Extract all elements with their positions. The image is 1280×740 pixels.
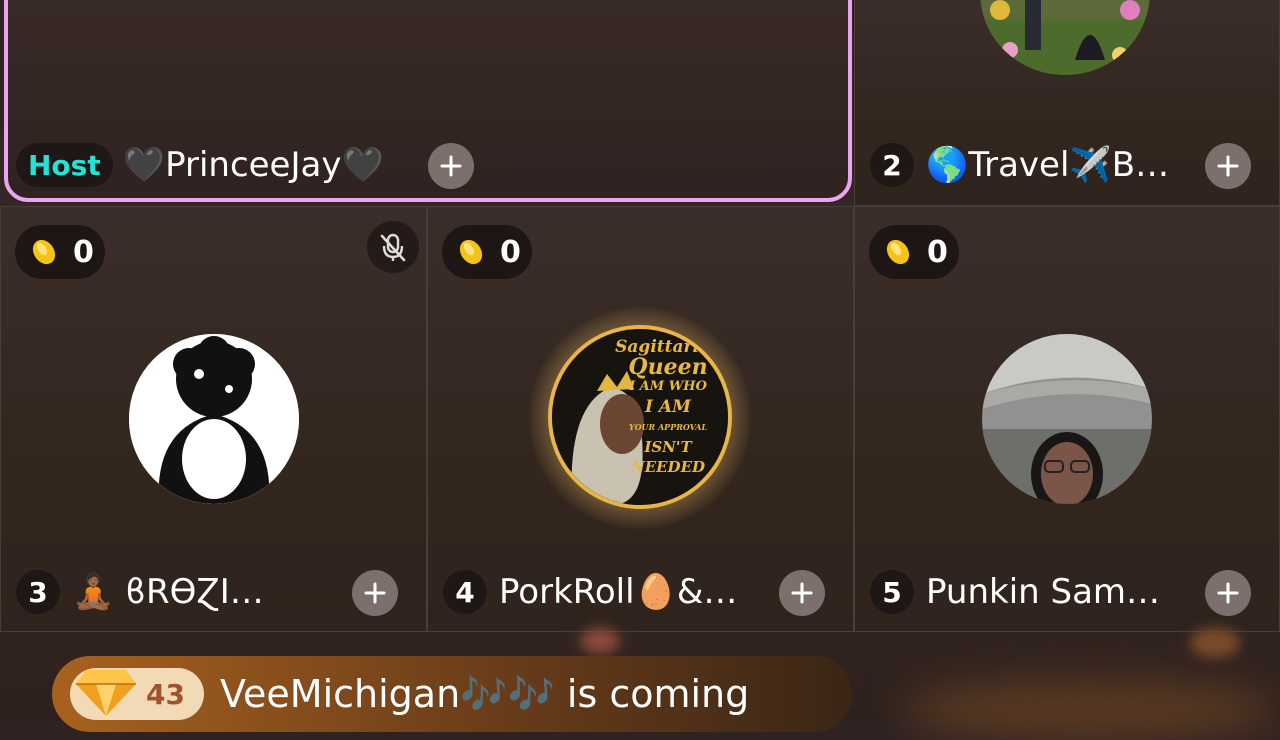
seat-5-avatar [982, 334, 1152, 504]
plus-icon [1217, 582, 1239, 604]
background-glow [900, 680, 1280, 740]
seat-4-name-row: 4 PorkRoll🥚&… [443, 570, 737, 614]
seat-4-avatar-text: Sagittarius Queen I AM WHO I AM YOUR APP… [615, 337, 721, 476]
seat-3-number: 3 [16, 570, 60, 614]
seat-tile-3[interactable]: 0 [0, 206, 427, 632]
seat-4-coin-count: 0 [500, 234, 521, 270]
seat-tile-5[interactable]: 0 [854, 206, 1280, 632]
seat-tile-4[interactable]: 0 Sagittarius Queen I AM WHO I AM YOUR A… [427, 206, 854, 632]
coin-icon [459, 239, 483, 265]
seat-3-name: 🧘🏾 ϐRϴⱿI… [72, 572, 264, 612]
seat-3-coins: 0 [15, 225, 105, 279]
host-badge: Host [16, 143, 113, 187]
level-badge: 43 [70, 668, 204, 720]
seat-3-coin-count: 0 [73, 234, 94, 270]
seat-2-name: 🌎Travel✈️B… [926, 145, 1170, 185]
background-bokeh [1190, 628, 1240, 658]
seat-5-coin-count: 0 [927, 234, 948, 270]
seat-4-coins: 0 [442, 225, 532, 279]
seat-5-coins: 0 [869, 225, 959, 279]
host-name: 🖤PrinceeJay🖤 [122, 145, 384, 185]
seat-3-avatar [129, 334, 299, 504]
plus-icon [1217, 155, 1239, 177]
seat-3-mute-indicator [367, 221, 419, 273]
seat-2-number: 2 [870, 143, 914, 187]
diamond-icon [76, 670, 136, 716]
user-entry-banner: 43 VeeMichigan🎶🎶 is coming [52, 656, 852, 732]
seat-5-name-row: 5 Punkin Sam… [870, 570, 1160, 614]
seat-2-name-row: 2 🌎Travel✈️B… [870, 143, 1169, 187]
plus-icon [364, 582, 386, 604]
follow-seat-4-button[interactable] [779, 570, 825, 616]
plus-icon [791, 582, 813, 604]
seat-4-number: 4 [443, 570, 487, 614]
seat-5-name: Punkin Sam… [926, 572, 1161, 612]
follow-host-button[interactable] [428, 143, 474, 189]
seat-4-avatar: Sagittarius Queen I AM WHO I AM YOUR APP… [548, 325, 732, 509]
coin-icon [32, 239, 56, 265]
mic-off-icon [380, 233, 406, 262]
seat-3-name-row: 3 🧘🏾 ϐRϴⱿI… [16, 570, 264, 614]
seat-5-number: 5 [870, 570, 914, 614]
entry-message: VeeMichigan🎶🎶 is coming [220, 671, 750, 716]
background-bokeh [580, 628, 620, 654]
host-name-row: Host 🖤PrinceeJay🖤 [16, 143, 384, 187]
level-value: 43 [146, 677, 185, 711]
follow-seat-3-button[interactable] [352, 570, 398, 616]
plus-icon [440, 155, 462, 177]
follow-seat-5-button[interactable] [1205, 570, 1251, 616]
follow-seat-2-button[interactable] [1205, 143, 1251, 189]
seat-4-name: PorkRoll🥚&… [499, 572, 738, 612]
coin-icon [886, 239, 910, 265]
